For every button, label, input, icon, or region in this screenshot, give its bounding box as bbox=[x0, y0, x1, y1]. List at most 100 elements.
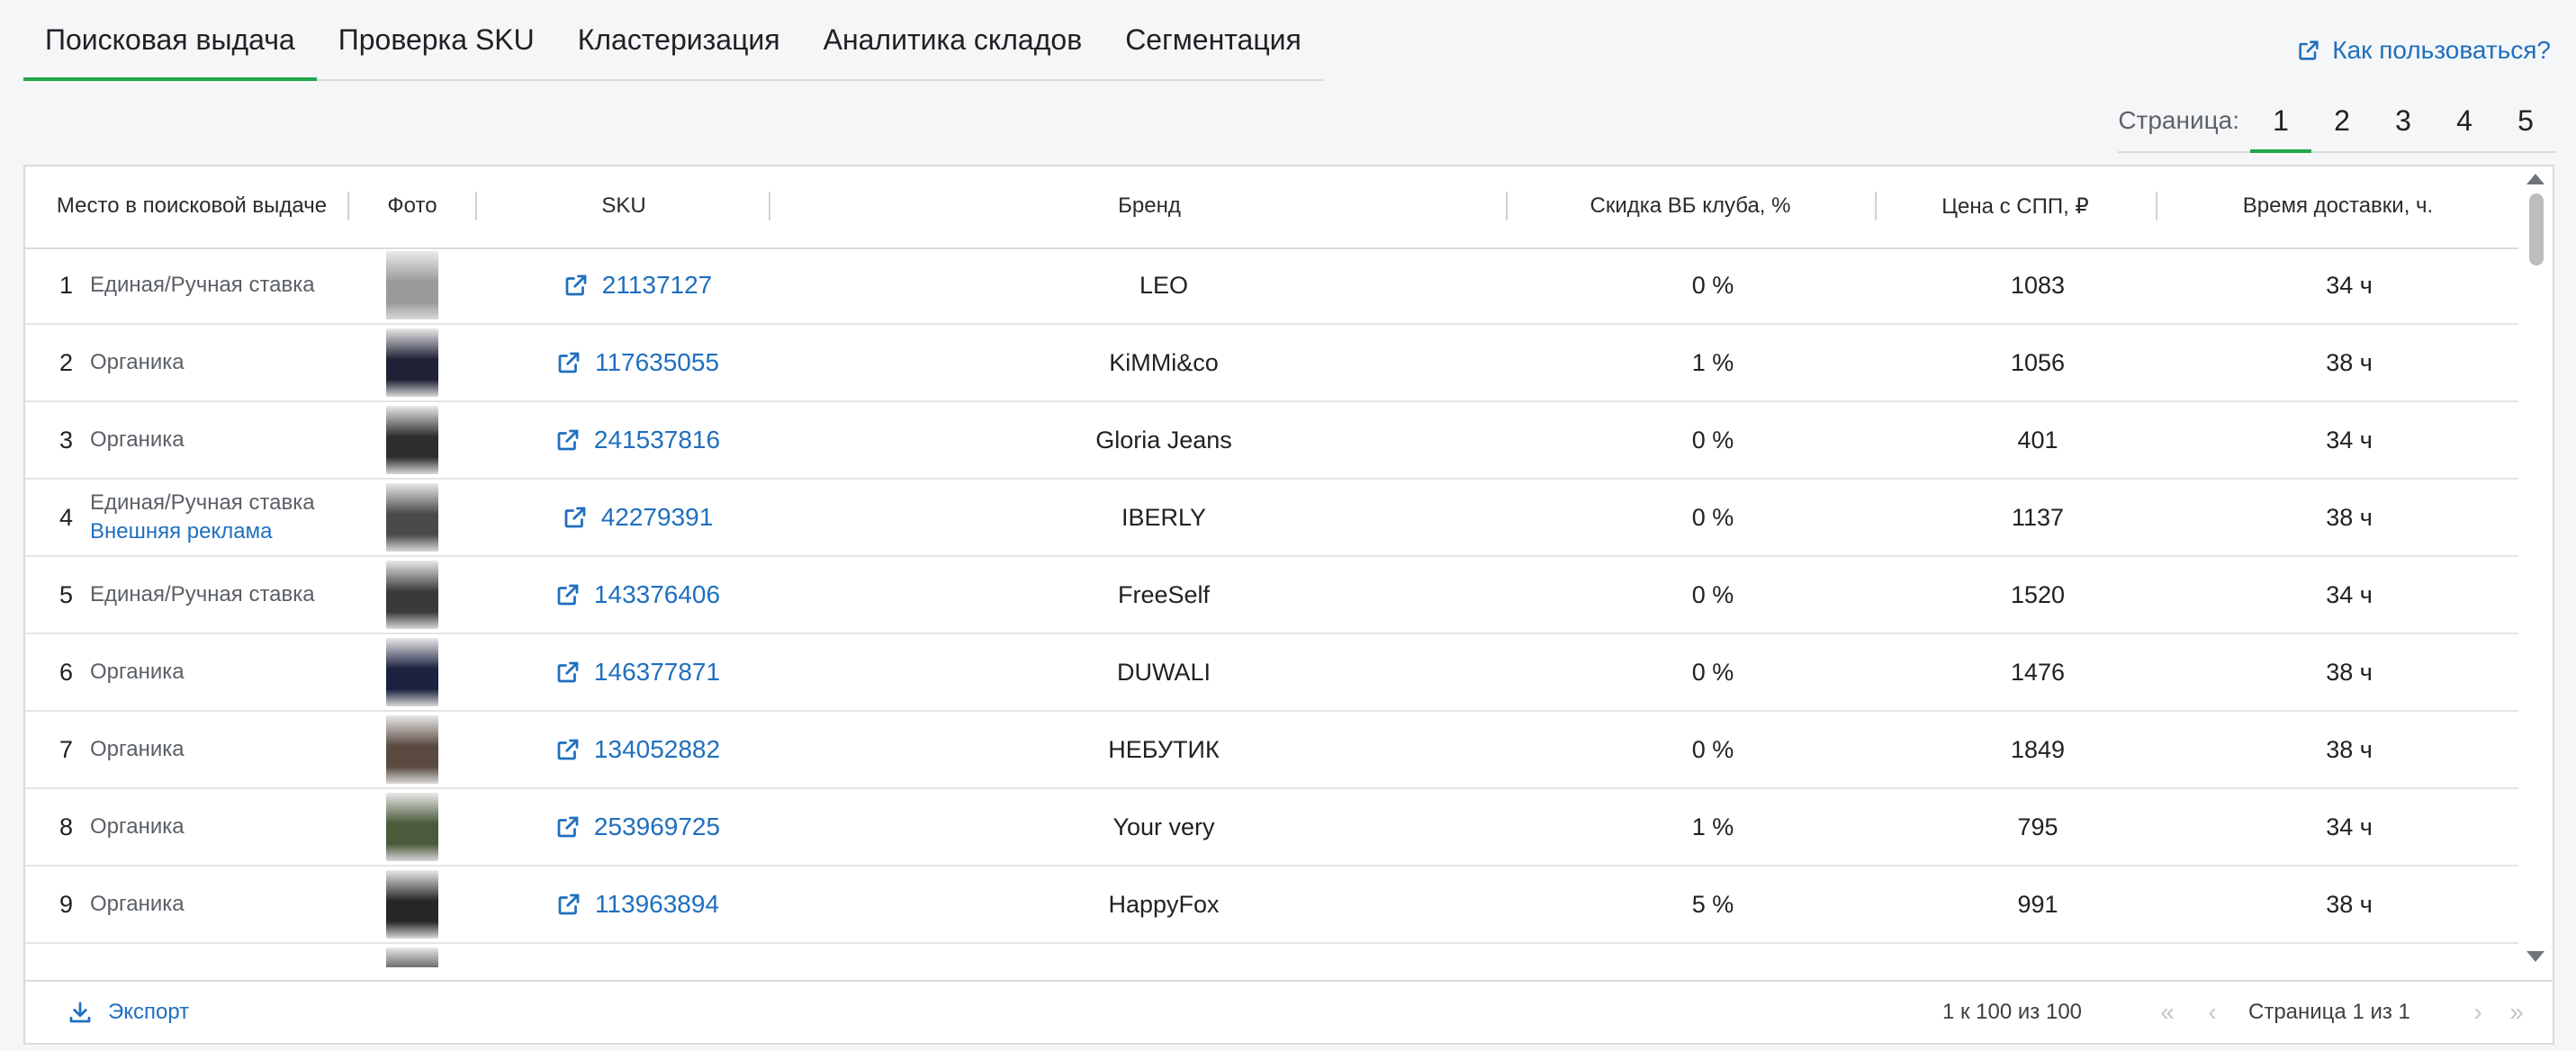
cell-place: 5 Единая/Ручная ставка bbox=[25, 557, 349, 633]
cell-brand: LEO bbox=[1139, 271, 1189, 299]
help-link[interactable]: Как пользоваться? bbox=[2296, 36, 2551, 65]
table-row[interactable]: 10Единая/Ручная ставка 320773180WITH STRE… bbox=[25, 944, 2520, 967]
placement-types: Единая/Ручная ставка bbox=[90, 580, 315, 609]
product-thumbnail[interactable] bbox=[386, 638, 438, 706]
cell-delivery-time: 38 ч bbox=[2326, 348, 2373, 376]
cell-delivery-time: 38 ч bbox=[2326, 735, 2373, 763]
scrollbar-thumb[interactable] bbox=[2529, 193, 2544, 265]
column-header-price[interactable]: Цена с СПП, ₽ bbox=[1875, 166, 2156, 246]
first-page-icon[interactable]: « bbox=[2149, 982, 2185, 1043]
sku-link[interactable]: 320773180 bbox=[475, 944, 799, 967]
table-row[interactable]: 1 Единая/Ручная ставка 21137127 LEO 0 % 1083 3… bbox=[25, 247, 2520, 325]
sku-link[interactable]: 117635055 bbox=[475, 325, 799, 400]
placement-type: Органика bbox=[90, 660, 185, 684]
cell-discount: 0 % bbox=[1691, 735, 1734, 763]
product-thumbnail[interactable] bbox=[386, 870, 438, 939]
cell-photo bbox=[349, 867, 475, 942]
cell-brand: Gloria Jeans bbox=[1095, 426, 1232, 454]
sku-link[interactable]: 241537816 bbox=[475, 402, 799, 478]
external-link-icon bbox=[554, 427, 581, 454]
cell-place: 8 Органика bbox=[25, 789, 349, 865]
product-thumbnail[interactable] bbox=[386, 328, 438, 397]
cell-delivery-time: 34 ч bbox=[2326, 426, 2373, 454]
cell-price: 1476 bbox=[2010, 658, 2066, 686]
column-header-sku[interactable]: SKU bbox=[475, 166, 772, 246]
sku-link[interactable]: 134052882 bbox=[475, 712, 799, 787]
page-button-4[interactable]: 4 bbox=[2434, 90, 2495, 151]
placement-types: Органика bbox=[90, 813, 185, 841]
vertical-scrollbar[interactable] bbox=[2518, 166, 2553, 966]
cell-delivery-time: 38 ч bbox=[2326, 503, 2373, 531]
sku-link[interactable]: 21137127 bbox=[475, 247, 799, 323]
page-button-5[interactable]: 5 bbox=[2495, 90, 2556, 151]
tab-sku-check[interactable]: Проверка SKU bbox=[317, 0, 556, 79]
page-button-2[interactable]: 2 bbox=[2311, 90, 2373, 151]
placement-type: Внешняя реклама bbox=[90, 519, 273, 543]
place-number: 4 bbox=[59, 503, 74, 531]
external-link-icon bbox=[562, 504, 589, 531]
tab-warehouse-analytics[interactable]: Аналитика складов bbox=[802, 0, 1104, 79]
previous-page-icon[interactable]: ‹ bbox=[2194, 982, 2230, 1043]
tab-clustering[interactable]: Кластеризация bbox=[556, 0, 802, 79]
place-number: 3 bbox=[59, 426, 74, 454]
page-pagination: Страница: 1 2 3 4 5 bbox=[2118, 90, 2556, 153]
table-row[interactable]: 3 Органика 241537816 Gloria Jeans 0 % 401 34 ч bbox=[25, 402, 2520, 480]
column-header-brand[interactable]: Бренд bbox=[769, 166, 1530, 246]
product-thumbnail[interactable] bbox=[386, 406, 438, 474]
last-page-icon[interactable]: » bbox=[2499, 982, 2535, 1043]
table-row[interactable]: 5 Единая/Ручная ставка 143376406 FreeSelf 0 … bbox=[25, 557, 2520, 634]
tab-label: Кластеризация bbox=[577, 22, 780, 56]
sku-link[interactable]: 42279391 bbox=[475, 480, 799, 555]
sku-link[interactable]: 113963894 bbox=[475, 867, 799, 942]
scroll-up-icon[interactable] bbox=[2526, 174, 2544, 184]
placement-types: Единая/Ручная ставка bbox=[90, 271, 315, 300]
tab-label: Поисковая выдача bbox=[45, 22, 295, 56]
sku-value: 146377871 bbox=[593, 658, 721, 686]
cell-brand: DUWALI bbox=[1116, 658, 1211, 686]
table-row[interactable]: 8 Органика 253969725 Your very 1 % 795 34 ч bbox=[25, 789, 2520, 867]
cell-photo bbox=[349, 712, 475, 787]
tab-segmentation[interactable]: Сегментация bbox=[1103, 0, 1323, 79]
page-button-3[interactable]: 3 bbox=[2373, 90, 2434, 151]
cell-delivery-time: 38 ч bbox=[2326, 890, 2373, 918]
place-number: 5 bbox=[59, 580, 74, 608]
next-page-icon[interactable]: › bbox=[2460, 982, 2496, 1043]
tab-label: Сегментация bbox=[1125, 22, 1302, 56]
column-header-delivery[interactable]: Время доставки, ч. bbox=[2156, 166, 2520, 246]
cell-photo bbox=[349, 247, 475, 323]
sku-link[interactable]: 253969725 bbox=[475, 789, 799, 865]
external-link-icon bbox=[555, 349, 582, 376]
cell-place: 6 Органика bbox=[25, 634, 349, 710]
external-link-icon bbox=[554, 581, 581, 608]
product-thumbnail[interactable] bbox=[386, 251, 438, 319]
table-row[interactable]: 4 Единая/Ручная ставка Внешняя реклама 4227… bbox=[25, 480, 2520, 557]
product-thumbnail[interactable] bbox=[386, 793, 438, 861]
cell-discount: 0 % bbox=[1691, 503, 1734, 531]
sku-link[interactable]: 143376406 bbox=[475, 557, 799, 633]
page-button-1[interactable]: 1 bbox=[2250, 90, 2311, 153]
placement-type: Единая/Ручная ставка bbox=[90, 273, 315, 297]
column-header-discount[interactable]: Скидка ВБ клуба, % bbox=[1506, 166, 1875, 246]
placement-type: Органика bbox=[90, 814, 185, 839]
cell-brand: FreeSelf bbox=[1117, 580, 1211, 608]
table-row[interactable]: 6 Органика 146377871 DUWALI 0 % 1476 38 ч bbox=[25, 634, 2520, 712]
column-header-place[interactable]: Место в поисковой выдаче bbox=[25, 166, 358, 246]
cell-price: 401 bbox=[2017, 426, 2058, 454]
cell-photo bbox=[349, 402, 475, 478]
product-thumbnail[interactable] bbox=[386, 948, 438, 967]
export-label: Экспорт bbox=[108, 1000, 190, 1024]
external-link-icon bbox=[554, 813, 581, 840]
export-button[interactable]: Экспорт bbox=[67, 982, 189, 1043]
table-row[interactable]: 9 Органика 113963894 HappyFox 5 % 991 38 ч bbox=[25, 867, 2520, 944]
product-thumbnail[interactable] bbox=[386, 561, 438, 629]
tab-search-results[interactable]: Поисковая выдача bbox=[23, 0, 317, 81]
column-header-photo[interactable]: Фото bbox=[349, 166, 475, 246]
product-thumbnail[interactable] bbox=[386, 715, 438, 784]
table-footer: Экспорт 1 к 100 из 100 « ‹ Страница 1 из… bbox=[25, 980, 2553, 1043]
scroll-down-icon[interactable] bbox=[2526, 951, 2544, 962]
placement-types: Органика bbox=[90, 890, 185, 919]
table-row[interactable]: 7 Органика 134052882 НЕБУТИК 0 % 1849 38 ч bbox=[25, 712, 2520, 789]
sku-link[interactable]: 146377871 bbox=[475, 634, 799, 710]
product-thumbnail[interactable] bbox=[386, 483, 438, 552]
table-row[interactable]: 2 Органика 117635055 KiMMi&co 1 % 1056 38 ч bbox=[25, 325, 2520, 402]
